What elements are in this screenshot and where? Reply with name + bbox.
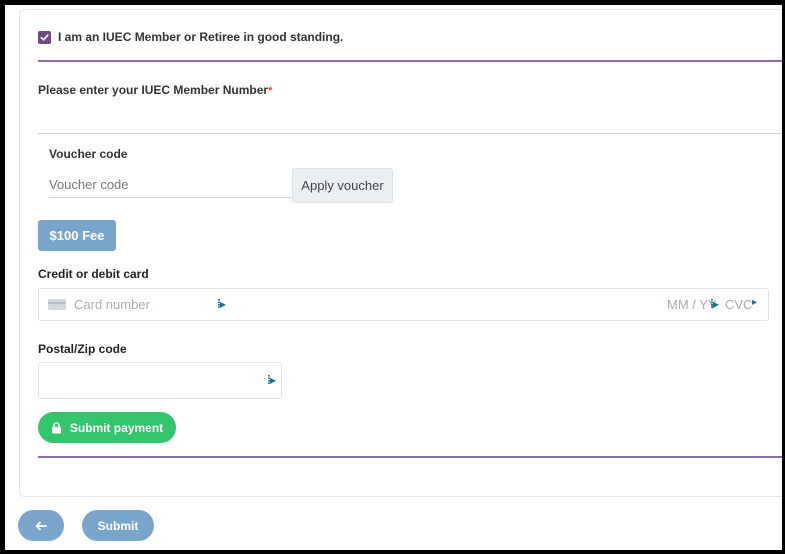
postal-code-input[interactable]: ⁞▸ <box>38 362 282 399</box>
checkmark-icon <box>40 33 49 41</box>
apply-voucher-button[interactable]: Apply voucher <box>292 168 393 203</box>
submit-payment-label: Submit payment <box>69 420 164 435</box>
submit-payment-button[interactable]: Submit payment <box>38 412 176 443</box>
password-manager-icon[interactable]: ⁞▸ <box>217 297 226 311</box>
password-manager-icon[interactable]: ▸ <box>752 297 757 308</box>
member-number-field-underline[interactable] <box>38 133 782 134</box>
card-label: Credit or debit card <box>38 267 149 281</box>
member-number-label-text: Please enter your IUEC Member Number <box>38 83 269 97</box>
membership-checkbox-row[interactable]: I am an IUEC Member or Retiree in good s… <box>38 30 343 44</box>
back-button[interactable] <box>18 510 64 541</box>
page-frame: I am an IUEC Member or Retiree in good s… <box>5 5 782 550</box>
password-manager-icon[interactable]: ⁞▸ <box>710 297 719 311</box>
voucher-code-label: Voucher code <box>49 147 128 161</box>
credit-card-icon <box>48 299 66 310</box>
section-divider-bottom <box>38 456 782 458</box>
password-manager-icon[interactable]: ⁞▸ <box>267 373 276 387</box>
fee-button[interactable]: $100 Fee <box>38 220 116 251</box>
card-input[interactable]: Card number ⁞▸ MM / YY ⁞▸ CVC ▸ <box>38 288 769 321</box>
membership-checkbox-label[interactable]: I am an IUEC Member or Retiree in good s… <box>58 30 343 44</box>
member-number-label: Please enter your IUEC Member Number* <box>38 83 272 97</box>
voucher-code-input[interactable] <box>49 171 292 198</box>
section-divider-top <box>38 60 782 62</box>
required-mark: * <box>268 85 273 97</box>
membership-checkbox[interactable] <box>38 30 51 44</box>
card-number-placeholder[interactable]: Card number <box>74 297 150 312</box>
postal-code-label: Postal/Zip code <box>38 342 127 356</box>
cvc-placeholder[interactable]: CVC <box>725 297 752 312</box>
arrow-left-icon <box>35 521 47 530</box>
submit-button[interactable]: Submit <box>82 510 154 541</box>
lock-icon <box>51 421 61 433</box>
